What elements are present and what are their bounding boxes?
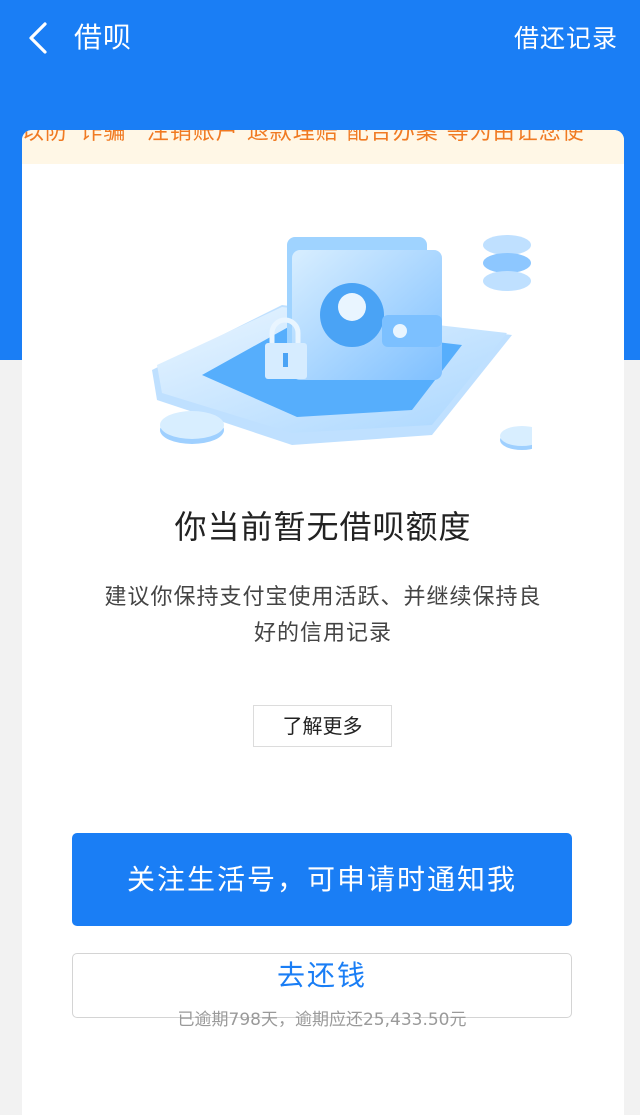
wallet-phone-illustration [152,235,532,450]
nav-bar: 借呗 借还记录 [0,0,640,80]
learn-more-button[interactable]: 了解更多 [253,705,392,747]
back-button[interactable] [18,18,58,58]
repay-label: 去还钱 [276,959,367,992]
notice-text: 以防“诈骗” 注销账户 退款理赔 配合办案 等为由让您使 [22,130,585,145]
chevron-left-icon [29,22,47,54]
empty-state-title: 你当前暂无借呗额度 [174,508,472,546]
content-card: 以防“诈骗” 注销账户 退款理赔 配合办案 等为由让您使 你当前暂无借呗额度 建… [22,130,624,1115]
notice-banner[interactable]: 以防“诈骗” 注销账户 退款理赔 配合办案 等为由让您使 [22,130,624,164]
records-link[interactable]: 借还记录 [514,20,618,58]
repay-overdue-detail: 已逾期798天，逾期应还25,433.50元 [177,1010,467,1030]
repay-button[interactable]: 去还钱 已逾期798天，逾期应还25,433.50元 [72,953,572,1030]
page-title: 借呗 [74,21,133,54]
empty-state-description: 建议你保持支付宝使用活跃、并继续保持良好的信用记录 [104,585,542,646]
follow-notify-button[interactable]: 关注生活号，可申请时通知我 [72,833,572,926]
